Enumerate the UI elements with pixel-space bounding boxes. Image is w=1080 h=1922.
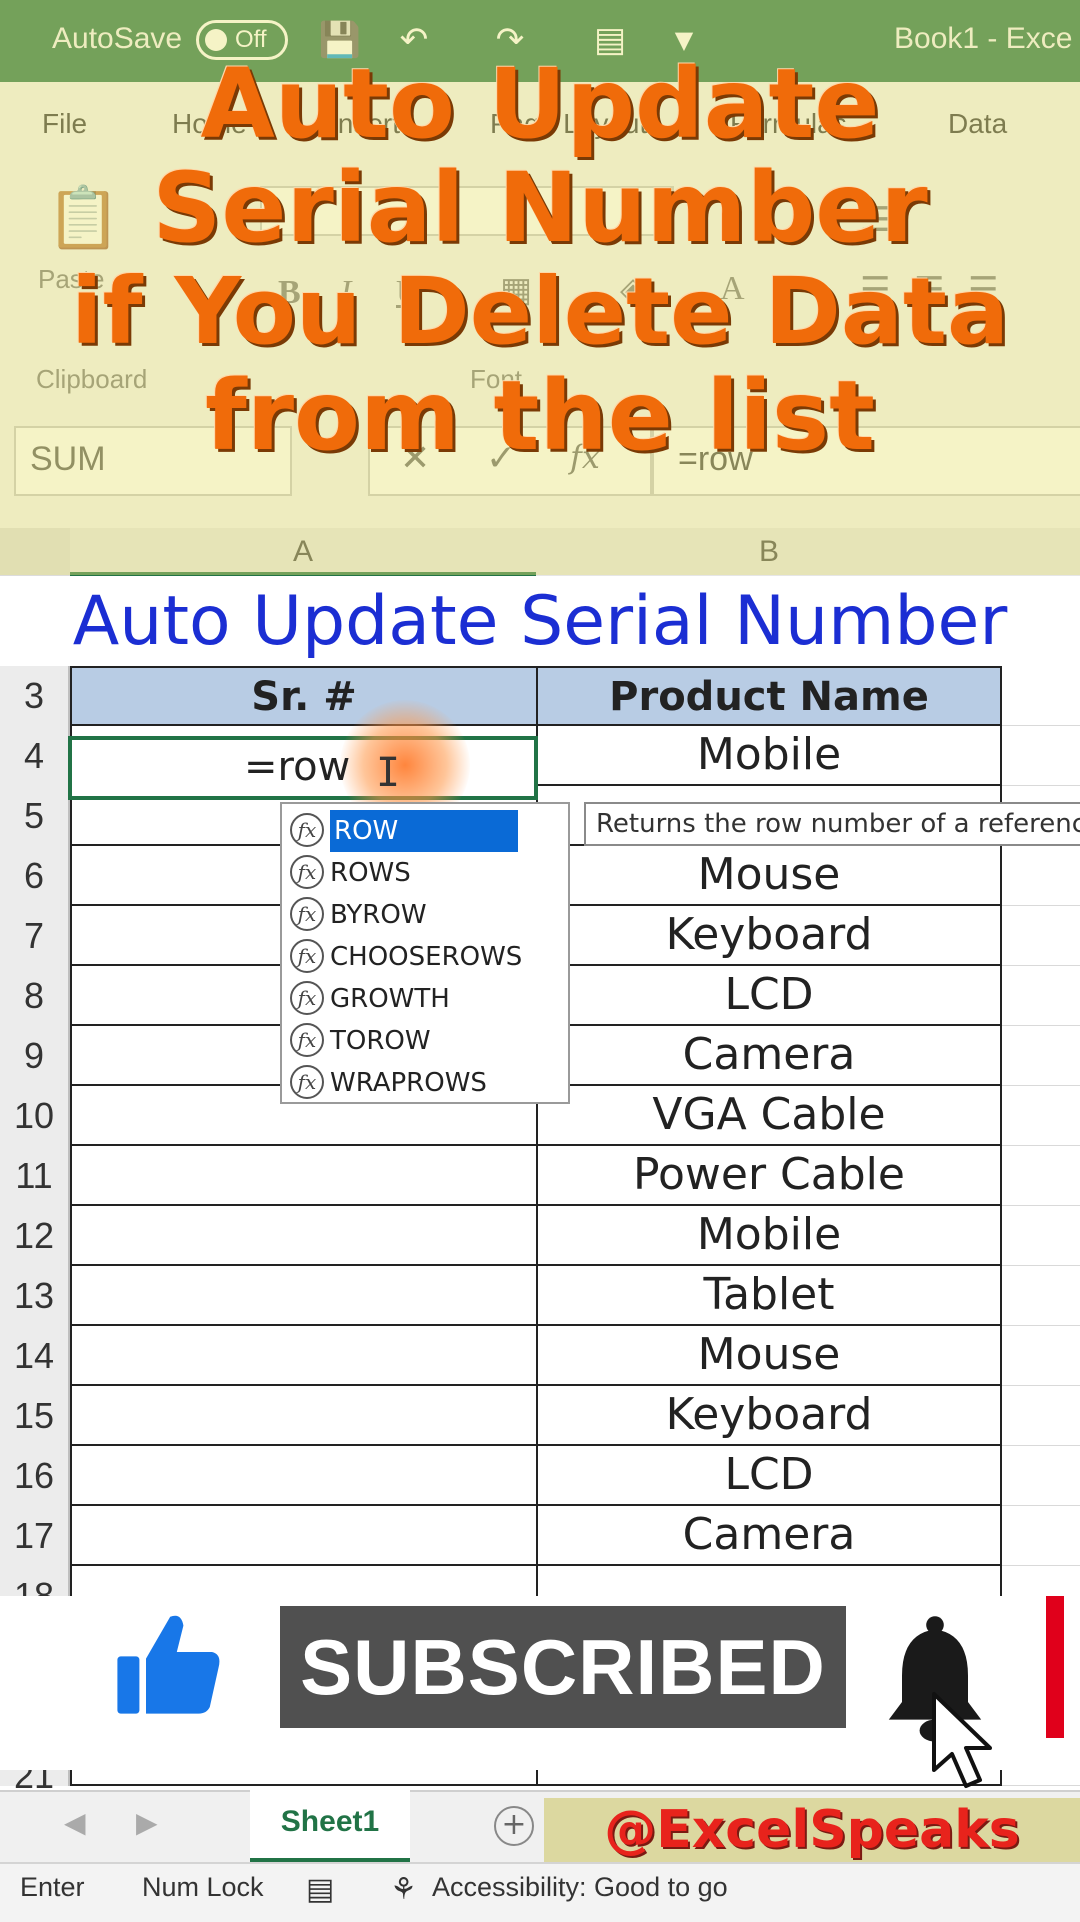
cell[interactable] <box>1002 726 1080 786</box>
macro-recording-icon[interactable]: ▤ <box>306 1872 334 1907</box>
cell-sr[interactable] <box>70 1206 536 1266</box>
function-icon: fx <box>290 939 324 973</box>
function-icon: fx <box>290 813 324 847</box>
active-cell-value[interactable]: =row <box>244 744 350 790</box>
autocomplete-item-label: TOROW <box>330 1026 431 1056</box>
cell-product[interactable]: Camera <box>536 1506 1002 1566</box>
cell-product[interactable]: Power Cable <box>536 1146 1002 1206</box>
text-cursor-icon: I <box>376 750 401 796</box>
cell-sr[interactable] <box>70 1146 536 1206</box>
cell-sr[interactable] <box>70 1446 536 1506</box>
header-cell-sr[interactable]: Sr. # <box>70 666 536 726</box>
headline-line: if You Delete Data <box>70 258 1010 365</box>
status-accessibility[interactable]: Accessibility: Good to go <box>432 1872 728 1903</box>
prev-sheet-icon[interactable]: ◀ <box>64 1806 86 1839</box>
row-number[interactable]: 16 <box>0 1446 70 1506</box>
autocomplete-item[interactable]: fx WRAPROWS <box>286 1062 564 1104</box>
header-cell-product[interactable]: Product Name <box>536 666 1002 726</box>
status-mode: Enter <box>20 1872 85 1902</box>
channel-handle: @ExcelSpeaks <box>604 1800 1020 1860</box>
cell-product[interactable]: LCD <box>536 966 1002 1026</box>
cell[interactable] <box>1002 1206 1080 1266</box>
function-icon: fx <box>290 981 324 1015</box>
headline-line: from the list <box>204 360 876 472</box>
thumbs-up-icon[interactable] <box>112 1608 224 1718</box>
cell-product[interactable]: LCD <box>536 1446 1002 1506</box>
autocomplete-item[interactable]: fx GROWTH <box>286 978 564 1020</box>
cell-product[interactable]: Keyboard <box>536 1386 1002 1446</box>
row-number[interactable]: 9 <box>0 1026 70 1086</box>
row-number[interactable]: 14 <box>0 1326 70 1386</box>
cell-product[interactable]: VGA Cable <box>536 1086 1002 1146</box>
next-sheet-icon[interactable]: ▶ <box>136 1806 158 1839</box>
cell-sr[interactable] <box>70 1506 536 1566</box>
autocomplete-item-label: ROWS <box>330 858 411 888</box>
status-num-lock: Num Lock <box>142 1872 264 1902</box>
row-number[interactable]: 5 <box>0 786 70 846</box>
cell[interactable] <box>1002 1386 1080 1446</box>
autocomplete-item-label: ROW <box>330 810 519 852</box>
function-icon: fx <box>290 1023 324 1057</box>
red-accent-bar <box>1046 1596 1064 1738</box>
autocomplete-item[interactable]: fx ROWS <box>286 852 564 894</box>
cell-product[interactable]: Mouse <box>536 846 1002 906</box>
cell-sr[interactable] <box>70 1386 536 1446</box>
cell[interactable] <box>1002 1506 1080 1566</box>
subscribed-button[interactable]: SUBSCRIBED <box>280 1606 846 1728</box>
accessibility-icon[interactable]: ⚘ <box>390 1872 417 1907</box>
cell[interactable] <box>1002 906 1080 966</box>
cell[interactable] <box>1002 1146 1080 1206</box>
cell[interactable] <box>1002 846 1080 906</box>
cell[interactable] <box>1002 666 1080 726</box>
row-number[interactable]: 8 <box>0 966 70 1026</box>
autocomplete-item-label: BYROW <box>330 900 427 930</box>
headline: Auto Update Serial Number if You Delete … <box>0 52 1080 468</box>
mouse-pointer-icon <box>932 1692 992 1788</box>
cell-product[interactable]: Keyboard <box>536 906 1002 966</box>
function-icon: fx <box>290 855 324 889</box>
headline-line: Auto Update <box>200 48 880 160</box>
function-icon: fx <box>290 1065 324 1099</box>
row-number[interactable]: 13 <box>0 1266 70 1326</box>
row-number[interactable]: 15 <box>0 1386 70 1446</box>
row-number[interactable]: 4 <box>0 726 70 786</box>
autocomplete-item[interactable]: fx CHOOSEROWS <box>286 936 564 978</box>
cell[interactable] <box>1002 1266 1080 1326</box>
banner-title: Auto Update Serial Number <box>72 582 1008 661</box>
cell-product[interactable]: Camera <box>536 1026 1002 1086</box>
cell-product[interactable]: Mobile <box>536 1206 1002 1266</box>
cell-product[interactable]: Mobile <box>536 726 1002 786</box>
row-number[interactable]: 11 <box>0 1146 70 1206</box>
cell-sr[interactable] <box>70 1326 536 1386</box>
autocomplete-item-label: CHOOSEROWS <box>330 942 523 972</box>
autocomplete-item[interactable]: fx TOROW <box>286 1020 564 1062</box>
function-tooltip: Returns the row number of a referenc <box>584 802 1080 846</box>
autocomplete-item-label: WRAPROWS <box>330 1068 487 1098</box>
headline-line: Serial Number <box>152 152 928 264</box>
add-sheet-button[interactable]: + <box>494 1806 534 1846</box>
row-number[interactable]: 12 <box>0 1206 70 1266</box>
cell[interactable] <box>1002 966 1080 1026</box>
row-number[interactable]: 6 <box>0 846 70 906</box>
autocomplete-item[interactable]: fx BYROW <box>286 894 564 936</box>
row-number[interactable]: 17 <box>0 1506 70 1566</box>
cell[interactable] <box>1002 1026 1080 1086</box>
function-icon: fx <box>290 897 324 931</box>
sheet-tab-sheet1[interactable]: Sheet1 <box>250 1790 410 1863</box>
cell[interactable] <box>1002 1086 1080 1146</box>
cell-sr[interactable] <box>70 1266 536 1326</box>
cell[interactable] <box>1002 1446 1080 1506</box>
function-autocomplete-list[interactable]: fx ROW fx ROWS fx BYROW fx CHOOSEROWS fx GROWTH fx… <box>280 802 570 1104</box>
row-number[interactable]: 10 <box>0 1086 70 1146</box>
row-number[interactable]: 7 <box>0 906 70 966</box>
row-number[interactable]: 3 <box>0 666 70 726</box>
cell[interactable] <box>1002 1326 1080 1386</box>
cell-product[interactable]: Mouse <box>536 1326 1002 1386</box>
cell-product[interactable]: Tablet <box>536 1266 1002 1326</box>
autocomplete-item[interactable]: fx ROW <box>286 810 564 852</box>
autocomplete-item-label: GROWTH <box>330 984 450 1014</box>
